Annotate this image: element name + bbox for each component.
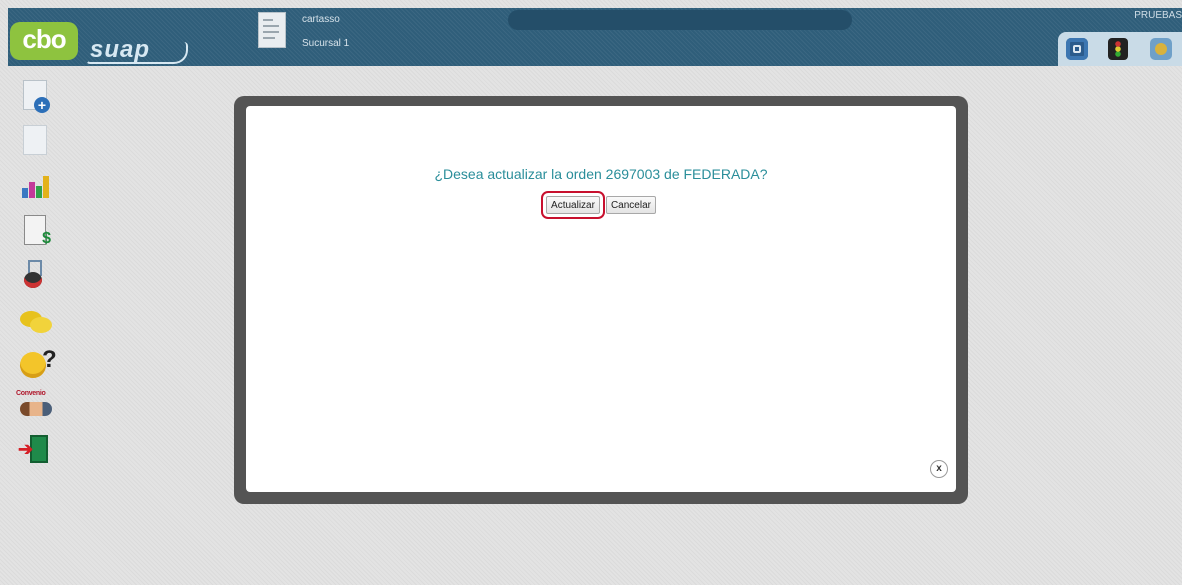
top-header: cbo suap cartasso Sucursal 1 PRUEBAS xyxy=(8,8,1182,66)
convenio-icon[interactable]: Convenio xyxy=(16,390,52,420)
close-icon[interactable]: x xyxy=(930,460,948,478)
document-icon xyxy=(258,12,286,48)
chat-icon[interactable] xyxy=(20,305,52,335)
user-name: cartasso xyxy=(302,14,340,25)
cbo-logo[interactable]: cbo xyxy=(10,22,78,60)
dialog-buttons: Actualizar Cancelar xyxy=(246,191,956,219)
suap-logo: suap xyxy=(86,38,188,64)
cancel-button[interactable]: Cancelar xyxy=(605,196,656,214)
confirm-dialog: ¿Desea actualizar la orden 2697003 de FE… xyxy=(246,106,956,492)
logo-swoosh xyxy=(86,42,188,64)
traffic-light-icon[interactable] xyxy=(1108,38,1128,60)
new-document-icon[interactable] xyxy=(23,80,50,113)
invoice-icon[interactable] xyxy=(24,215,51,248)
convenio-label: Convenio xyxy=(16,390,46,397)
update-button[interactable]: Actualizar xyxy=(541,191,605,219)
environment-label: PRUEBAS xyxy=(1134,10,1182,21)
exit-icon[interactable] xyxy=(18,435,50,465)
branch-name: Sucursal 1 xyxy=(302,38,350,49)
handshake-icon xyxy=(20,402,52,416)
window-icon[interactable] xyxy=(1066,38,1088,60)
header-search-bar[interactable] xyxy=(508,10,852,30)
header-tray xyxy=(1058,32,1182,66)
dialog-frame: ¿Desea actualizar la orden 2697003 de FE… xyxy=(234,96,968,504)
help-icon[interactable] xyxy=(20,346,57,378)
bar-chart-icon[interactable] xyxy=(20,170,50,200)
lab-flask-icon[interactable] xyxy=(20,260,50,290)
document-list-icon[interactable] xyxy=(23,125,47,155)
profile-icon[interactable] xyxy=(1150,38,1172,60)
dialog-message: ¿Desea actualizar la orden 2697003 de FE… xyxy=(434,166,768,182)
